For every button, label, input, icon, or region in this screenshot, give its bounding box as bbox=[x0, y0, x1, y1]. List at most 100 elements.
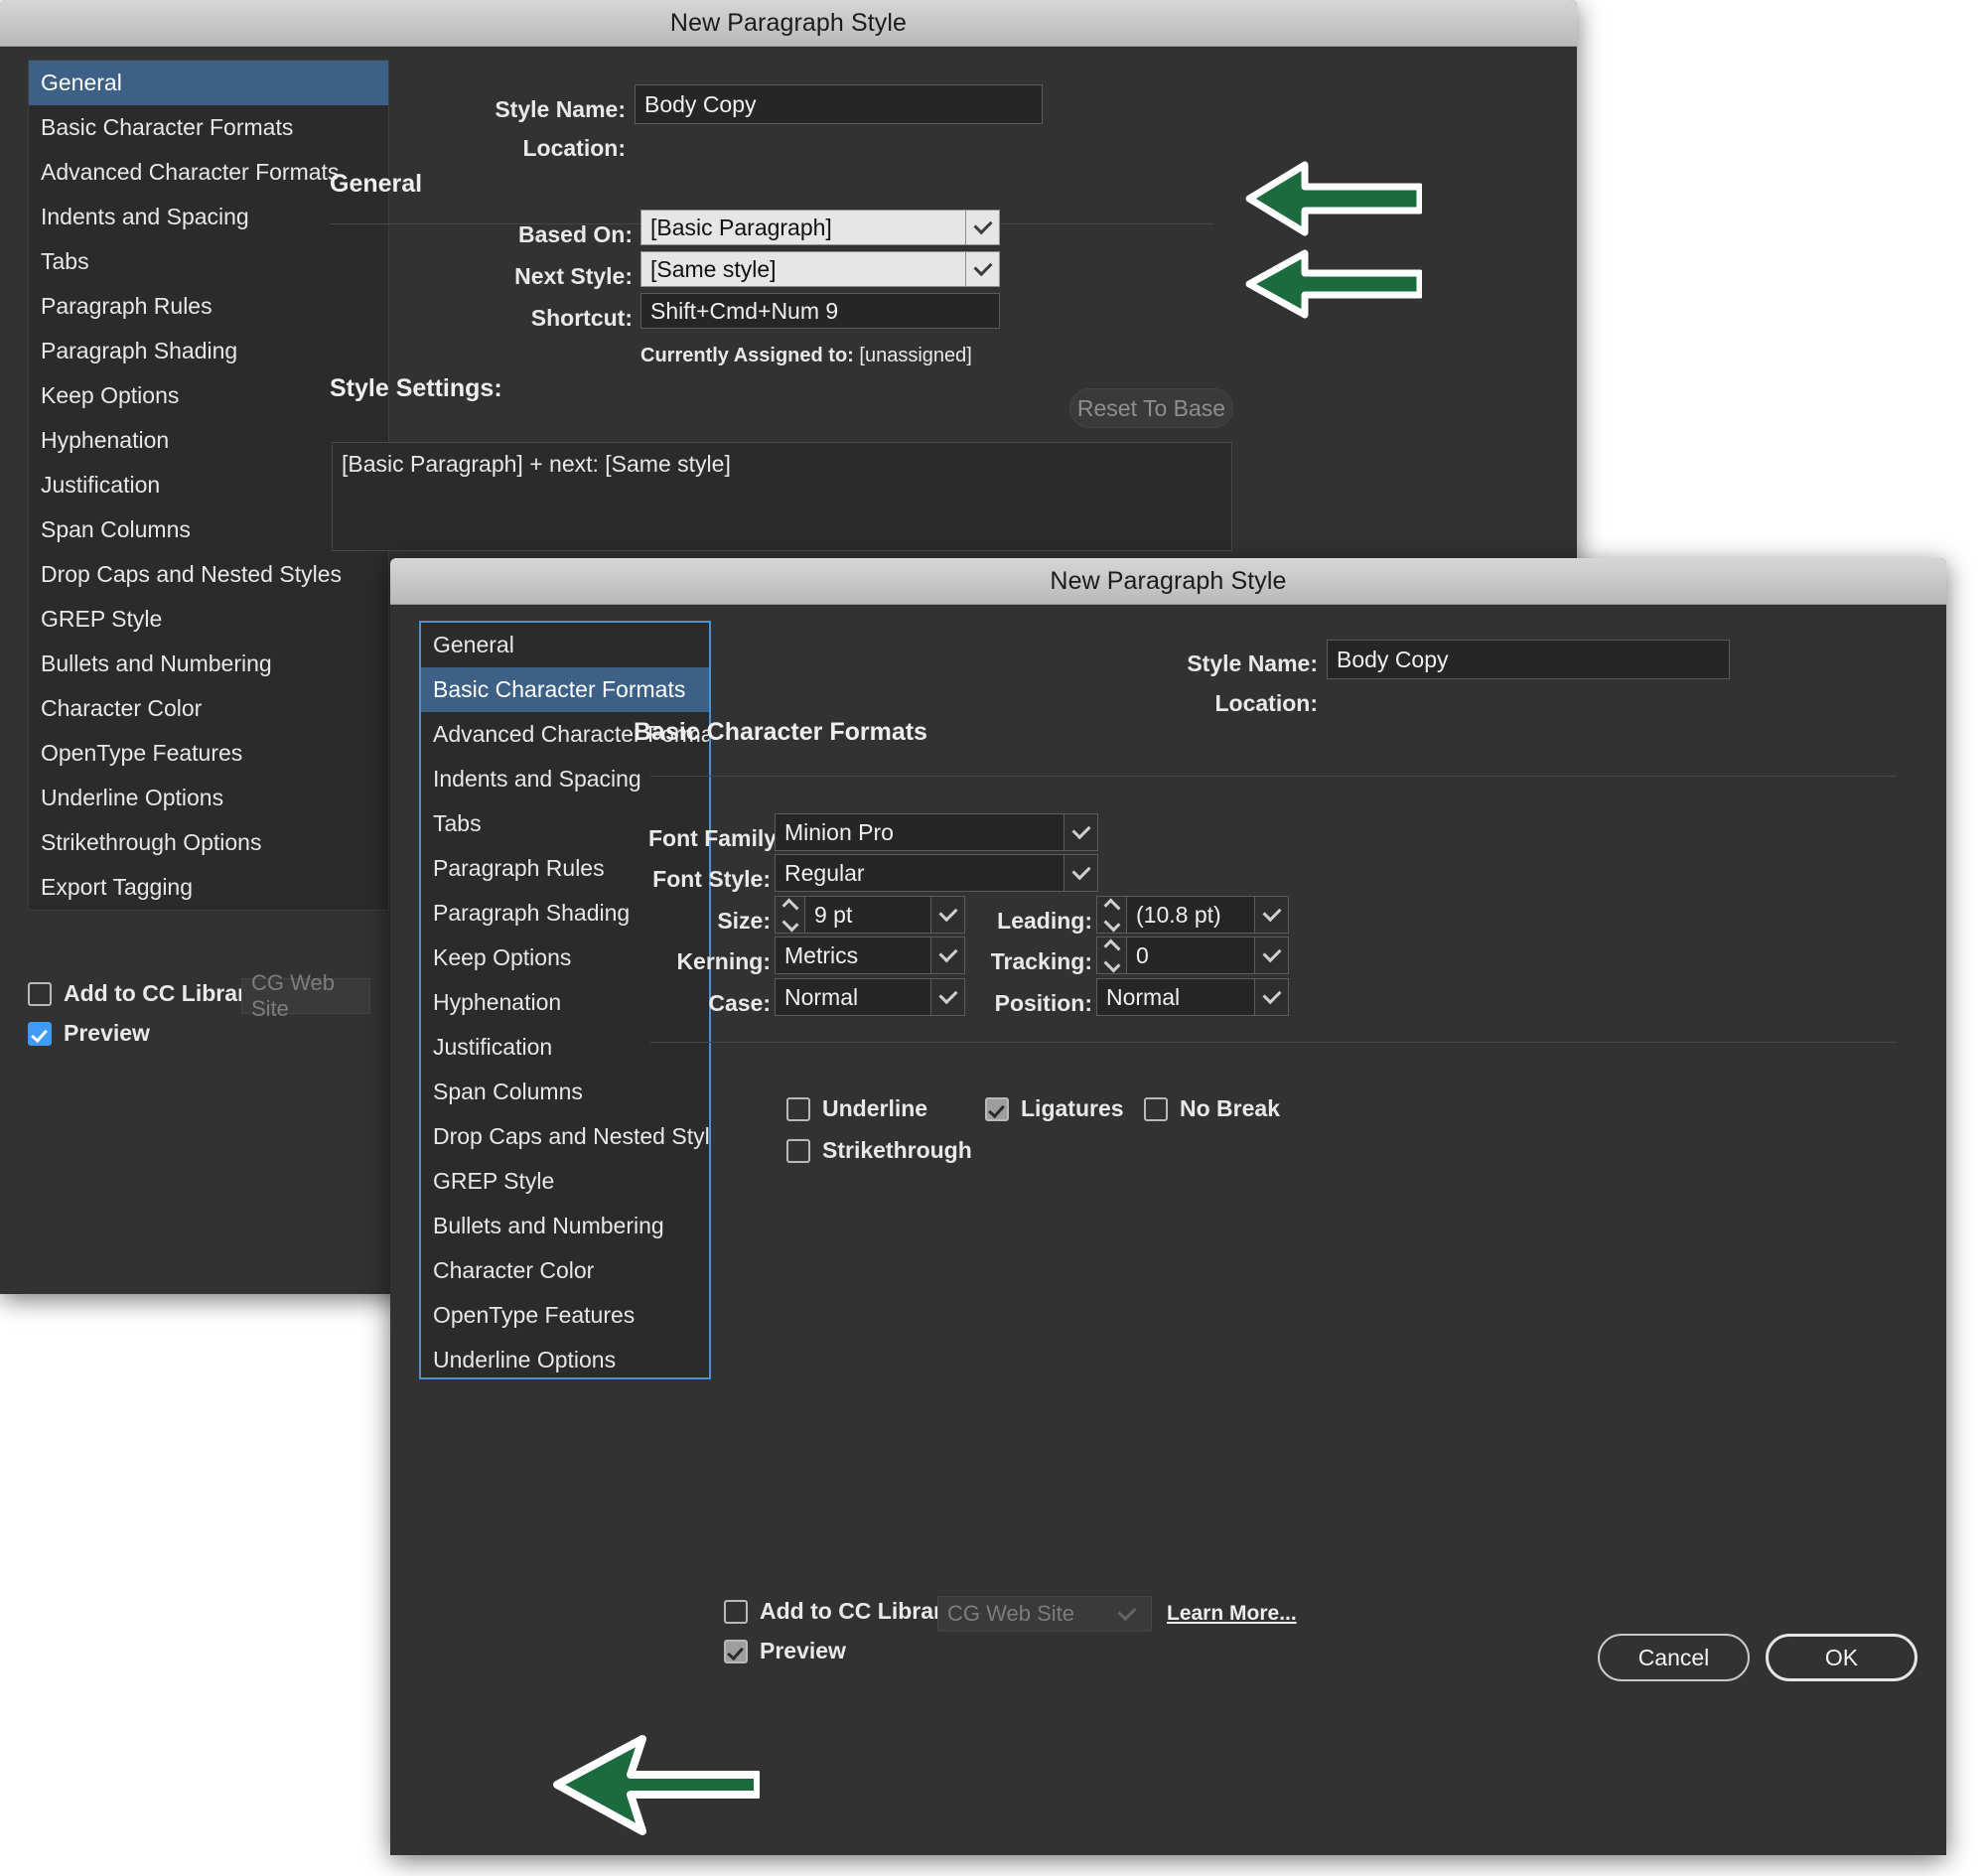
sidebar-item-label: Justification bbox=[433, 1034, 553, 1060]
chevron-down-icon[interactable] bbox=[1255, 896, 1289, 934]
ligatures-checkbox[interactable] bbox=[985, 1096, 1009, 1121]
sidebar-item-label: Bullets and Numbering bbox=[433, 1213, 664, 1238]
add-to-cc-library-checkbox[interactable] bbox=[28, 981, 52, 1006]
chevron-down-icon[interactable] bbox=[1255, 937, 1289, 974]
general-section-heading: General bbox=[330, 170, 423, 198]
sidebar-item-label: Hyphenation bbox=[433, 989, 562, 1015]
sidebar-item-span-columns[interactable]: Span Columns bbox=[421, 1070, 709, 1114]
sidebar-item-underline-options[interactable]: Underline Options bbox=[421, 1338, 709, 1377]
chevron-down-icon[interactable] bbox=[966, 210, 1000, 245]
based-on-label: Based On: bbox=[517, 221, 633, 247]
cc-library-value: CG Web Site bbox=[947, 1601, 1074, 1626]
sidebar-item-indents-and-spacing[interactable]: Indents and Spacing bbox=[29, 195, 388, 239]
font-style-combo[interactable]: Regular bbox=[775, 854, 1098, 892]
sidebar-item-label: Indents and Spacing bbox=[41, 204, 249, 229]
ok-button[interactable]: OK bbox=[1766, 1634, 1917, 1681]
sidebar-item-label: Advanced Character Formats bbox=[41, 159, 340, 185]
style-name-input[interactable]: Body Copy bbox=[635, 84, 1043, 124]
chevron-down-icon[interactable] bbox=[1255, 978, 1289, 1016]
reset-to-base-button[interactable]: Reset To Base bbox=[1069, 388, 1233, 428]
add-to-cc-library-checkbox[interactable] bbox=[724, 1599, 748, 1624]
sidebar-item-bullets-and-numbering[interactable]: Bullets and Numbering bbox=[421, 1204, 709, 1248]
sidebar-item-character-color[interactable]: Character Color bbox=[421, 1248, 709, 1293]
sidebar-item-tabs[interactable]: Tabs bbox=[29, 239, 388, 284]
sidebar-item-grep-style[interactable]: GREP Style bbox=[421, 1159, 709, 1204]
font-family-combo[interactable]: Minion Pro bbox=[775, 813, 1098, 851]
sidebar-item-general[interactable]: General bbox=[421, 623, 709, 667]
dialog1-titlebar[interactable]: New Paragraph Style bbox=[0, 0, 1577, 47]
arrow-callout-preview bbox=[553, 1735, 760, 1835]
screenshot-root: New Paragraph Style General Basic Charac… bbox=[0, 0, 1986, 1876]
no-break-checkbox[interactable] bbox=[1144, 1096, 1168, 1121]
ligatures-row[interactable]: Ligatures bbox=[985, 1095, 1124, 1122]
dialog2-titlebar[interactable]: New Paragraph Style bbox=[390, 558, 1946, 605]
preview-row[interactable]: Preview bbox=[28, 1020, 150, 1047]
location-label: Location: bbox=[1214, 690, 1319, 716]
sidebar-item-label: Tabs bbox=[433, 810, 482, 836]
preview-row[interactable]: Preview bbox=[724, 1638, 846, 1664]
strikethrough-row[interactable]: Strikethrough bbox=[786, 1137, 972, 1164]
sidebar-item-justification[interactable]: Justification bbox=[421, 1025, 709, 1070]
sidebar-item-label: GREP Style bbox=[433, 1168, 555, 1194]
sidebar-item-character-color[interactable]: Character Color bbox=[29, 686, 388, 731]
sidebar-item-drop-caps-and-nested-styles[interactable]: Drop Caps and Nested Styles bbox=[29, 552, 388, 597]
sidebar-item-opentype-features[interactable]: OpenType Features bbox=[29, 731, 388, 776]
sidebar-item-label: Basic Character Formats bbox=[433, 676, 686, 702]
style-name-label: Style Name: bbox=[495, 96, 626, 122]
sidebar-item-label: Paragraph Shading bbox=[41, 338, 238, 363]
sidebar-item-grep-style[interactable]: GREP Style bbox=[29, 597, 388, 642]
position-combo[interactable]: Normal bbox=[1096, 978, 1289, 1016]
sidebar-item-indents-and-spacing[interactable]: Indents and Spacing bbox=[421, 757, 709, 801]
tracking-value[interactable]: 0 bbox=[1126, 937, 1255, 974]
tracking-stepper[interactable] bbox=[1096, 937, 1126, 974]
chevron-down-icon[interactable] bbox=[966, 251, 1000, 287]
font-style-label: Font Style: bbox=[652, 866, 771, 892]
tracking-stepper-combo[interactable]: 0 bbox=[1096, 937, 1289, 974]
add-to-cc-library-row[interactable]: Add to CC Library: bbox=[724, 1598, 962, 1625]
underline-checkbox[interactable] bbox=[786, 1096, 810, 1121]
font-style-value[interactable]: Regular bbox=[775, 854, 1064, 892]
sidebar-item-bullets-and-numbering[interactable]: Bullets and Numbering bbox=[29, 642, 388, 686]
currently-assigned-label: Currently Assigned to: bbox=[640, 345, 854, 366]
size-value[interactable]: 9 pt bbox=[804, 896, 931, 934]
style-settings-readout: [Basic Paragraph] + next: [Same style] bbox=[332, 442, 1232, 551]
based-on-value[interactable]: [Basic Paragraph] bbox=[640, 210, 966, 245]
preview-checkbox[interactable] bbox=[28, 1021, 52, 1046]
leading-stepper[interactable] bbox=[1096, 896, 1126, 934]
sidebar-item-label: Paragraph Rules bbox=[433, 855, 605, 881]
no-break-row[interactable]: No Break bbox=[1144, 1095, 1280, 1122]
strikethrough-checkbox[interactable] bbox=[786, 1138, 810, 1163]
sidebar-item-basic-character-formats[interactable]: Basic Character Formats bbox=[421, 667, 709, 712]
chevron-down-icon[interactable] bbox=[1064, 813, 1098, 851]
sidebar-item-paragraph-rules[interactable]: Paragraph Rules bbox=[29, 284, 388, 329]
add-to-cc-library-row[interactable]: Add to CC Library: bbox=[28, 980, 266, 1007]
next-style-value[interactable]: [Same style] bbox=[640, 251, 966, 287]
next-style-combo[interactable]: [Same style] bbox=[640, 251, 1000, 287]
learn-more-link[interactable]: Learn More... bbox=[1167, 1602, 1297, 1626]
sidebar-item-opentype-features[interactable]: OpenType Features bbox=[421, 1293, 709, 1338]
sidebar-item-drop-caps-and-nested-styles[interactable]: Drop Caps and Nested Styles bbox=[421, 1114, 709, 1159]
leading-value[interactable]: (10.8 pt) bbox=[1126, 896, 1255, 934]
position-value[interactable]: Normal bbox=[1096, 978, 1255, 1016]
sidebar-item-label: Paragraph Shading bbox=[433, 900, 631, 926]
currently-assigned-note: Currently Assigned to: [unassigned] bbox=[640, 345, 972, 367]
sidebar-item-strikethrough-options[interactable]: Strikethrough Options bbox=[29, 820, 388, 865]
kerning-value[interactable]: Metrics bbox=[775, 937, 931, 974]
underline-row[interactable]: Underline bbox=[786, 1095, 927, 1122]
style-name-input[interactable]: Body Copy bbox=[1327, 640, 1730, 679]
preview-checkbox[interactable] bbox=[724, 1639, 748, 1663]
sidebar-item-label: Span Columns bbox=[41, 516, 191, 542]
sidebar-item-paragraph-shading[interactable]: Paragraph Shading bbox=[29, 329, 388, 373]
leading-stepper-combo[interactable]: (10.8 pt) bbox=[1096, 896, 1289, 934]
based-on-combo[interactable]: [Basic Paragraph] bbox=[640, 210, 1000, 245]
chevron-down-icon[interactable] bbox=[1064, 854, 1098, 892]
sidebar-item-export-tagging[interactable]: Export Tagging bbox=[29, 865, 388, 910]
sidebar-item-label: Keep Options bbox=[41, 382, 180, 408]
font-family-value[interactable]: Minion Pro bbox=[775, 813, 1064, 851]
size-stepper[interactable] bbox=[775, 896, 804, 934]
sidebar-item-underline-options[interactable]: Underline Options bbox=[29, 776, 388, 820]
cancel-button[interactable]: Cancel bbox=[1598, 1634, 1750, 1681]
case-value[interactable]: Normal bbox=[775, 978, 931, 1016]
shortcut-input[interactable]: Shift+Cmd+Num 9 bbox=[640, 293, 1000, 329]
sidebar-item-label: Drop Caps and Nested Styles bbox=[433, 1123, 711, 1149]
